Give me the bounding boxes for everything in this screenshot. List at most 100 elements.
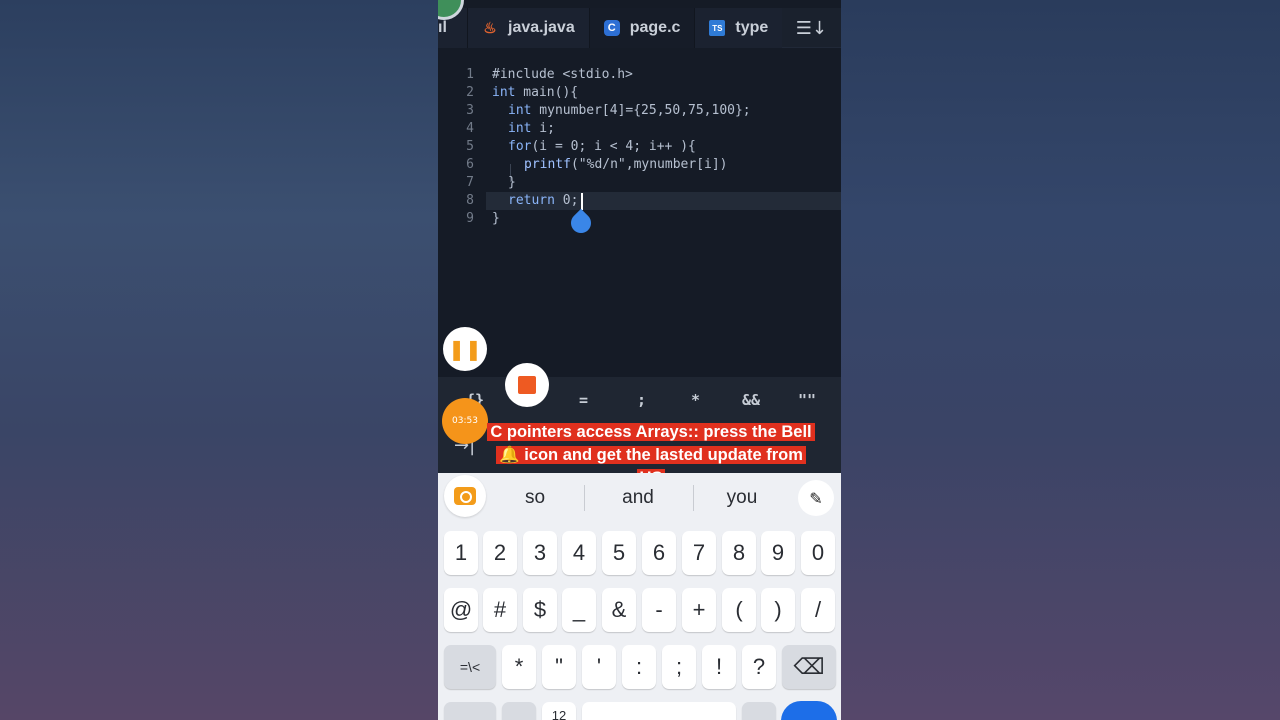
suggestion-and[interactable]: and: [598, 487, 678, 509]
tab-type-label: type: [735, 19, 769, 36]
key-period[interactable]: [742, 702, 776, 720]
key-4[interactable]: 4: [562, 531, 596, 575]
stop-icon: [518, 376, 536, 394]
code-editor[interactable]: 1 #include <stdio.h> 2 int main(){ 3 int…: [438, 50, 841, 376]
code-rest: mynumber[4]={25,50,75,100};: [531, 103, 751, 118]
symbol-key-asterisk[interactable]: *: [691, 391, 700, 409]
key-emoji[interactable]: [502, 702, 536, 720]
key-space[interactable]: [582, 702, 736, 720]
tab-type[interactable]: TS type: [695, 8, 783, 48]
symbol-key-equals[interactable]: =: [579, 391, 588, 409]
code-text: int mynumber[4]={25,50,75,100};: [508, 102, 751, 120]
key-8[interactable]: 8: [722, 531, 756, 575]
line-number: 4: [466, 121, 474, 136]
key-minus[interactable]: -: [642, 588, 676, 632]
phone-screen: ıl ♨ java.java C page.c TS type ☰↓ 1 #in…: [438, 0, 841, 720]
code-line: 3 int mynumber[4]={25,50,75,100};: [438, 102, 841, 120]
tab-java-label: java.java: [508, 19, 575, 36]
suggestion-you[interactable]: you: [702, 487, 782, 509]
tab-java[interactable]: ♨ java.java: [468, 8, 590, 48]
pause-recording-button[interactable]: ❚❚: [443, 327, 487, 371]
sort-icon[interactable]: ☰↓: [796, 18, 827, 39]
caption-line-2: 🔔 icon and get the lasted update from: [496, 446, 806, 464]
suggestion-so[interactable]: so: [495, 487, 575, 509]
file-tab-bar: ıl ♨ java.java C page.c TS type ☰↓: [438, 8, 841, 48]
line-number: 7: [466, 175, 474, 190]
symbol-key-and[interactable]: &&: [742, 391, 760, 409]
background-right: [841, 0, 1280, 720]
text-caret: [581, 193, 583, 210]
code-line: 4 int i;: [438, 120, 841, 138]
key-number-toggle[interactable]: 12: [542, 702, 576, 720]
key-plus[interactable]: +: [682, 588, 716, 632]
code-text: for(i = 0; i < 4; i++ ){: [508, 138, 696, 156]
key-slash[interactable]: /: [801, 588, 835, 632]
key-more-symbols[interactable]: =\<: [444, 645, 496, 689]
tab-page-c-label: page.c: [629, 19, 681, 36]
keyword: int: [492, 85, 516, 100]
key-asterisk[interactable]: *: [502, 645, 536, 689]
key-5[interactable]: 5: [602, 531, 636, 575]
code-rest: (i = 0; i < 4; i++ ){: [531, 139, 696, 154]
key-exclamation[interactable]: !: [702, 645, 736, 689]
edit-icon[interactable]: ✎: [798, 480, 834, 516]
key-2[interactable]: 2: [483, 531, 517, 575]
key-1[interactable]: 1: [444, 531, 478, 575]
key-abc[interactable]: ABC: [444, 702, 496, 720]
key-single-quote[interactable]: ': [582, 645, 616, 689]
key-dollar[interactable]: $: [523, 588, 557, 632]
code-rest: main(){: [515, 85, 579, 100]
key-underscore[interactable]: _: [562, 588, 596, 632]
symbol-key-semicolon[interactable]: ;: [637, 391, 646, 409]
suggestion-divider: [584, 485, 585, 511]
pause-icon: ❚❚: [448, 337, 482, 361]
stop-recording-button[interactable]: [505, 363, 549, 407]
code-line: 9 }: [438, 210, 841, 228]
line-number: 8: [466, 193, 474, 208]
function-name: printf: [524, 157, 571, 172]
tab-partial-label: ıl: [438, 19, 447, 36]
code-text: int main(){: [492, 84, 578, 102]
line-number: 1: [466, 67, 474, 82]
key-colon[interactable]: :: [622, 645, 656, 689]
key-0[interactable]: 0: [801, 531, 835, 575]
key-7[interactable]: 7: [682, 531, 716, 575]
suggestion-divider: [693, 485, 694, 511]
background-left: [0, 0, 438, 720]
symbol-key-quotes[interactable]: "": [798, 391, 816, 409]
keyword: int: [508, 103, 532, 118]
code-text: }: [508, 175, 516, 190]
code-rest: i;: [531, 121, 555, 136]
c-file-icon: C: [603, 20, 620, 36]
code-text: }: [492, 211, 500, 226]
code-text: int i;: [508, 120, 555, 138]
key-hash[interactable]: #: [483, 588, 517, 632]
key-9[interactable]: 9: [761, 531, 795, 575]
keyword: int: [508, 121, 532, 136]
code-line: 5 for(i = 0; i < 4; i++ ){: [438, 138, 841, 156]
key-ampersand[interactable]: &: [602, 588, 636, 632]
key-3[interactable]: 3: [523, 531, 557, 575]
line-number: 5: [466, 139, 474, 154]
code-line: 7 }: [438, 174, 841, 192]
key-open-paren[interactable]: (: [722, 588, 756, 632]
on-screen-keyboard: so and you ✎ 1 2 3 4 5 6 7 8 9 0 @ # $ _…: [438, 473, 841, 720]
code-text: #include <stdio.h>: [492, 67, 633, 82]
key-6[interactable]: 6: [642, 531, 676, 575]
key-double-quote[interactable]: ": [542, 645, 576, 689]
backspace-icon[interactable]: ⌫: [782, 645, 836, 689]
code-text: printf("%d/n",mynumber[i]): [524, 156, 728, 174]
key-question[interactable]: ?: [742, 645, 776, 689]
code-line: 1 #include <stdio.h>: [438, 66, 841, 84]
tab-page-c[interactable]: C page.c: [589, 8, 696, 48]
keyword: for: [508, 139, 532, 154]
enter-button[interactable]: [781, 701, 837, 720]
keyword: return: [508, 193, 555, 208]
line-number: 3: [466, 103, 474, 118]
key-semicolon[interactable]: ;: [662, 645, 696, 689]
camera-button[interactable]: [444, 475, 486, 517]
code-rest: ("%d/n",mynumber[i]): [570, 157, 728, 172]
key-at[interactable]: @: [444, 588, 478, 632]
key-close-paren[interactable]: ): [761, 588, 795, 632]
java-icon: ♨: [483, 20, 497, 37]
